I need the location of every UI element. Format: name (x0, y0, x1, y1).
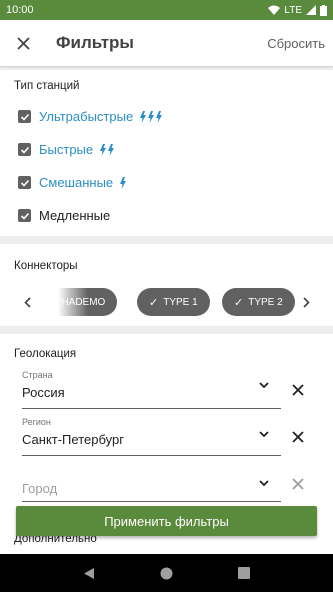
scroll-right-button[interactable] (295, 296, 317, 308)
checkbox-label: Медленные (39, 208, 111, 223)
checkbox-checked-icon (18, 110, 31, 123)
checkbox-label: Быстрые (39, 142, 94, 157)
back-icon[interactable] (83, 567, 95, 580)
apply-filters-button[interactable]: Применить фильтры (16, 506, 317, 536)
scroll-left-button[interactable] (16, 296, 38, 308)
clear-city-icon[interactable] (292, 478, 304, 490)
close-icon (16, 36, 30, 50)
dropdown-icon[interactable] (259, 382, 269, 388)
chip-label: TYPE 1 (163, 296, 198, 308)
toolbar: Фильтры Сбросить (0, 20, 333, 66)
battery-icon (320, 4, 327, 16)
field-underline (22, 408, 281, 409)
checkbox-slow[interactable]: Медленные (0, 199, 333, 232)
close-button[interactable] (0, 20, 46, 66)
checkbox-checked-icon (18, 143, 31, 156)
region-label: Регион (22, 417, 51, 427)
navigation-bar (0, 554, 333, 592)
connectors-title: Коннекторы (14, 260, 78, 272)
wifi-icon (268, 5, 281, 15)
country-label: Страна (22, 370, 53, 380)
lightning-icon (119, 176, 127, 189)
status-bar: 10:00 LTE (0, 0, 333, 20)
chip-fade (38, 288, 88, 316)
home-icon[interactable] (160, 567, 173, 580)
field-underline (22, 501, 281, 502)
checkbox-label: Смешанные (39, 175, 114, 190)
chevron-left-icon (23, 296, 31, 308)
chip-type1[interactable]: ✓ TYPE 1 (137, 288, 210, 316)
clear-region-icon[interactable] (292, 431, 304, 443)
check-icon: ✓ (234, 296, 244, 309)
network-label: LTE (284, 4, 302, 16)
station-types-title: Тип станций (14, 80, 80, 92)
dropdown-icon[interactable] (259, 431, 269, 437)
region-field[interactable]: Регион Санкт-Петербург (22, 417, 281, 457)
station-types-card: Тип станций Ультрабыстрые Быстрые Смешан… (0, 70, 333, 236)
chevron-right-icon (302, 296, 310, 308)
dropdown-icon[interactable] (259, 480, 269, 486)
checkbox-label: Ультрабыстрые (39, 109, 134, 124)
check-icon: ✓ (149, 296, 159, 309)
clear-country-icon[interactable] (292, 384, 304, 396)
connector-chip-list: ✓ CHADEMO ✓ TYPE 1 ✓ TYPE 2 (38, 288, 295, 316)
chip-type2[interactable]: ✓ TYPE 2 (222, 288, 295, 316)
country-value: Россия (22, 385, 65, 400)
recents-icon[interactable] (238, 567, 251, 579)
lightning-icon (139, 110, 163, 123)
status-icons: LTE (268, 4, 327, 16)
geolocation-title: Геолокация (14, 348, 77, 360)
lightning-icon (99, 143, 115, 156)
region-value: Санкт-Петербург (22, 432, 124, 447)
reset-button[interactable]: Сбросить (267, 36, 325, 51)
checkbox-ultrafast[interactable]: Ультрабыстрые (0, 100, 333, 133)
checkbox-checked-icon (18, 209, 31, 222)
page-title: Фильтры (56, 33, 134, 52)
city-placeholder: Город (22, 481, 58, 496)
connectors-card: Коннекторы ✓ CHADEMO ✓ TYPE 1 ✓ TYPE 2 (0, 244, 333, 326)
chip-label: TYPE 2 (248, 296, 283, 308)
city-field[interactable]: Город (22, 474, 281, 504)
checkbox-checked-icon (18, 176, 31, 189)
country-field[interactable]: Страна Россия (22, 370, 281, 410)
signal-icon (306, 5, 316, 15)
status-time: 10:00 (6, 4, 34, 16)
checkbox-fast[interactable]: Быстрые (0, 133, 333, 166)
field-underline (22, 455, 281, 456)
checkbox-mixed[interactable]: Смешанные (0, 166, 333, 199)
